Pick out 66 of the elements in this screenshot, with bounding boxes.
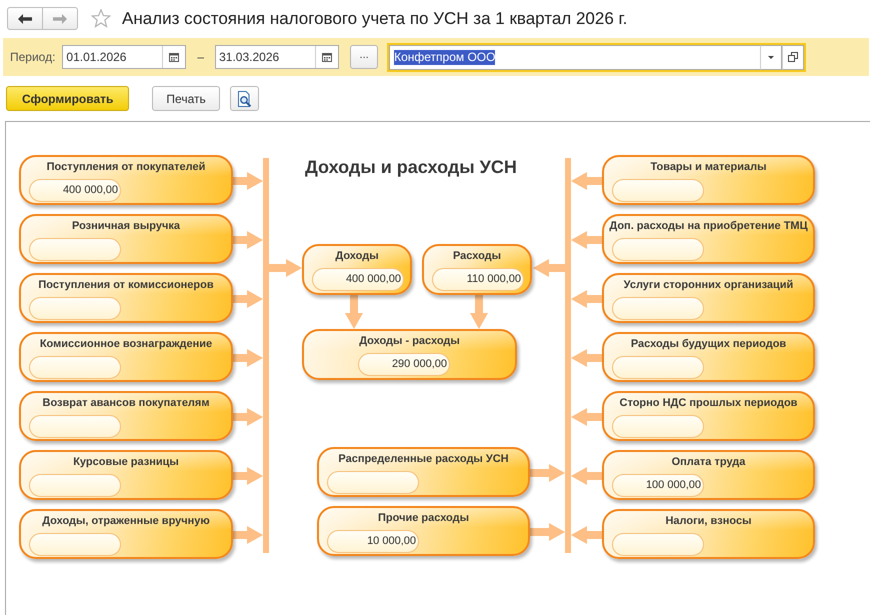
date-field[interactable]: 01.01.2026: [62, 45, 186, 69]
amount-field: 400 000,00: [312, 268, 404, 291]
arrow: [530, 464, 565, 482]
overlapping-squares-icon: [788, 52, 798, 62]
organization-field[interactable]: Конфетпром ООО: [387, 42, 806, 72]
node-label: Поступления от покупателей: [46, 160, 206, 175]
period-select-button[interactable]: ...: [350, 45, 378, 69]
amount-field: 100 000,00: [612, 474, 704, 497]
arrow: [269, 259, 302, 277]
amount-field: 10 000,00: [327, 530, 419, 553]
print-button[interactable]: Печать: [152, 86, 220, 111]
node-label: Распределенные расходы УСН: [338, 452, 509, 467]
document-search-icon: [236, 90, 252, 106]
node-label: Комиссионное вознаграждение: [40, 337, 212, 352]
period-label: Период:: [10, 50, 56, 64]
amount-field: 110 000,00: [432, 268, 524, 291]
node-label: Товары и материалы: [650, 160, 767, 175]
date-field[interactable]: 31.03.2026: [215, 45, 340, 69]
arrow: [571, 408, 602, 426]
node-label: Расходы: [452, 249, 502, 264]
node-label: Сторно НДС прошлых периодов: [620, 396, 798, 411]
arrow: [571, 172, 602, 190]
back-button[interactable]: [7, 7, 43, 30]
node-label: Поступления от комиссионеров: [38, 278, 214, 293]
generate-button[interactable]: Сформировать: [6, 86, 130, 111]
arrow: [233, 467, 263, 485]
amount-field: 290 000,00: [358, 353, 450, 376]
arrow: [233, 349, 263, 367]
caret-down-icon: [768, 56, 774, 58]
arrow-right-icon: [53, 14, 67, 24]
amount-field: 400 000,00: [29, 179, 121, 202]
range-dash: –: [197, 50, 204, 64]
arrow: [571, 349, 602, 367]
node-label: Услуги сторонних организаций: [624, 278, 794, 293]
calendar-icon: [322, 52, 332, 62]
node-label: Розничная выручка: [72, 219, 180, 234]
arrow: [233, 231, 263, 249]
diagram-title: Доходы и расходы УСН: [305, 156, 517, 178]
star-icon[interactable]: [91, 9, 111, 28]
arrow: [345, 295, 363, 329]
open-button[interactable]: [782, 44, 804, 70]
node-label: Доходы, отраженные вручную: [42, 514, 210, 529]
arrow: [233, 408, 263, 426]
calendar-icon: [169, 52, 180, 62]
arrow: [571, 467, 602, 485]
arrow: [233, 526, 263, 544]
node-label: Доходы - расходы: [359, 334, 460, 349]
node-label: Расходы будущих периодов: [630, 337, 786, 352]
window-title: Анализ состояния налогового учета по УСН за 1 квартал 2026 г.: [122, 8, 628, 30]
node-label: Возврат авансов покупателям: [42, 396, 210, 411]
arrow: [470, 295, 488, 329]
arrow: [571, 526, 602, 544]
arrow: [233, 172, 263, 190]
arrow: [571, 231, 602, 249]
arrow-left-icon: [18, 14, 32, 24]
node-label: Доп. расходы на приобретение ТМЦ: [609, 219, 808, 234]
arrow: [530, 523, 565, 541]
arrow: [571, 290, 602, 308]
node-label: Доходы: [335, 249, 379, 264]
node-label: Прочие расходы: [378, 511, 469, 526]
arrow: [533, 259, 565, 277]
arrow: [233, 290, 263, 308]
preview-button[interactable]: [230, 86, 259, 111]
node-label: Оплата труда: [672, 455, 746, 470]
node-label: Налоги, взносы: [665, 514, 752, 529]
node-label: Курсовые разницы: [73, 455, 179, 470]
